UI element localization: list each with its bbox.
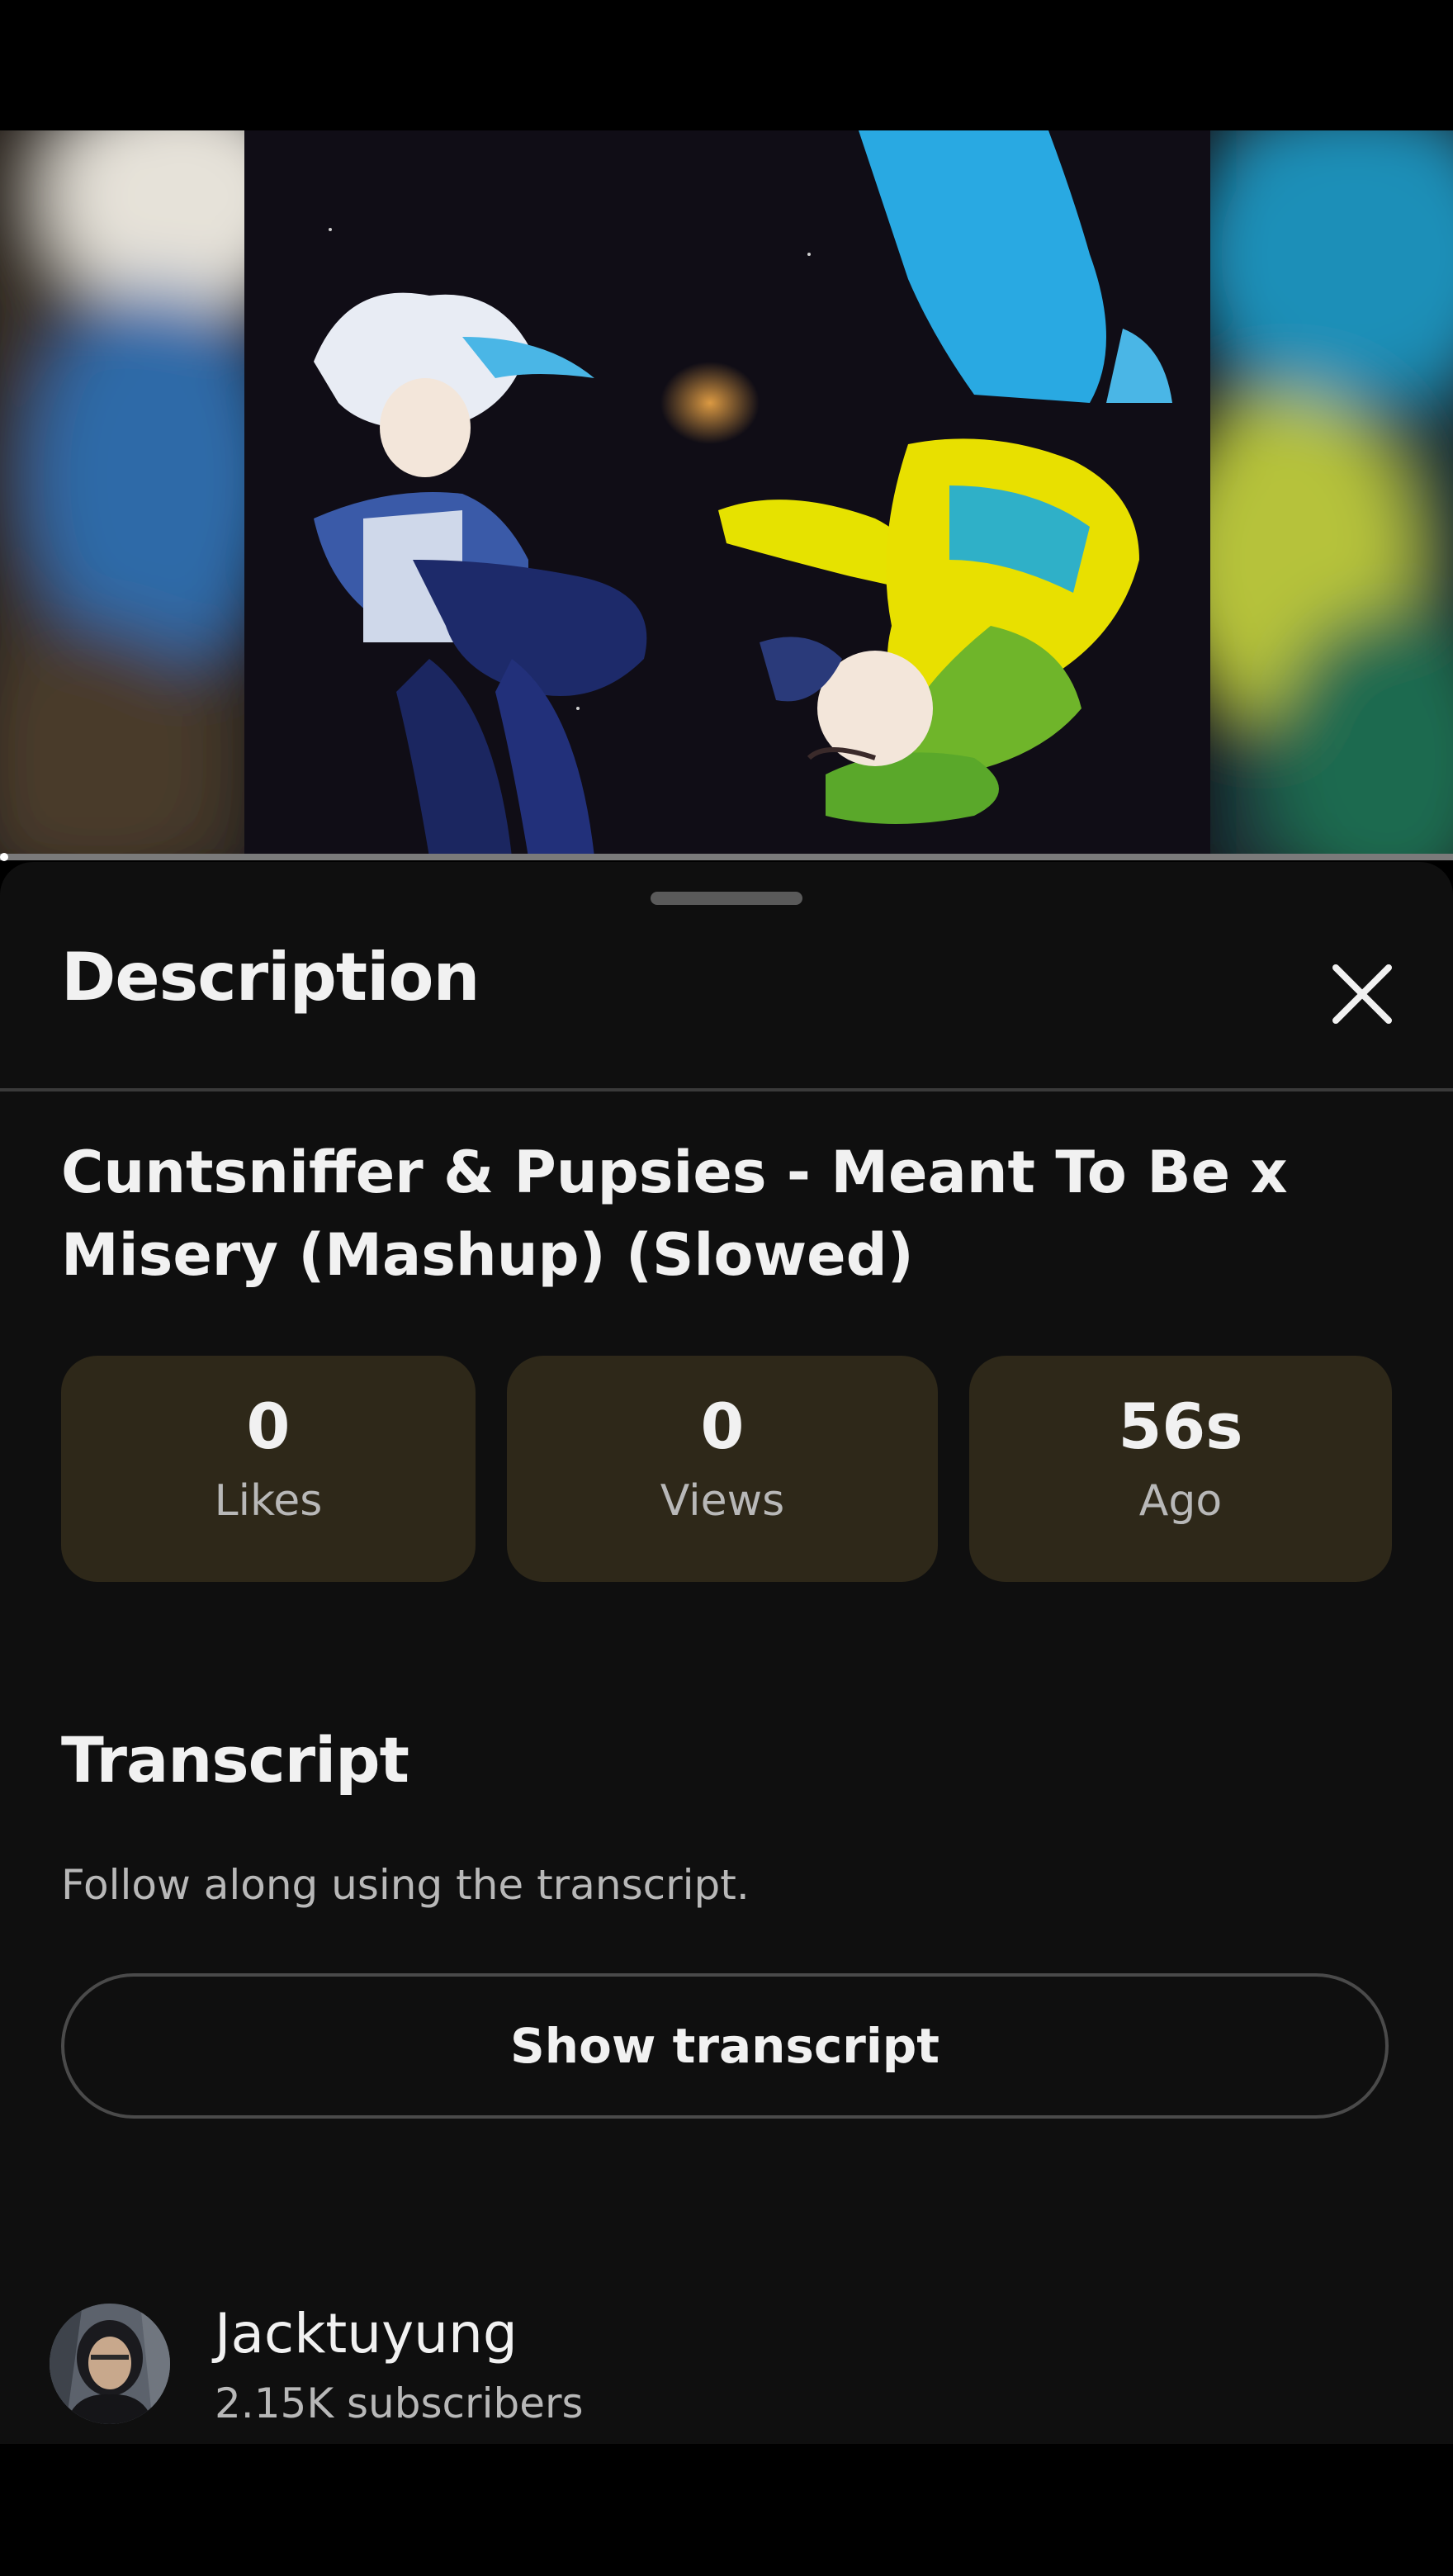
show-transcript-button[interactable]: Show transcript bbox=[61, 1973, 1389, 2119]
close-icon bbox=[1332, 964, 1392, 1024]
video-title: Cuntsniffer & Pupsies - Meant To Be x Mi… bbox=[61, 1139, 1288, 1289]
channel-name[interactable]: Jacktuyung bbox=[215, 2307, 518, 2361]
channel-subscriber-count: 2.15K subscribers bbox=[215, 2379, 584, 2427]
likes-stat-card: 0 Likes bbox=[61, 1356, 476, 1582]
sheet-drag-handle[interactable] bbox=[651, 892, 802, 905]
upload-age-label: Ago bbox=[1138, 1476, 1223, 1526]
progress-scrubber-handle[interactable] bbox=[0, 853, 8, 861]
channel-avatar-image bbox=[50, 2304, 170, 2424]
video-player[interactable] bbox=[0, 130, 1453, 857]
likes-count: 0 bbox=[246, 1390, 291, 1463]
upload-age-value: 56s bbox=[1118, 1390, 1243, 1463]
description-sheet: Description Cuntsniffer & Pupsies - Mean… bbox=[0, 862, 1453, 2444]
views-label: Views bbox=[660, 1476, 785, 1526]
status-bar bbox=[0, 0, 1453, 130]
upload-age-stat-card[interactable]: 56s Ago bbox=[969, 1356, 1392, 1582]
views-stat-card: 0 Views bbox=[507, 1356, 938, 1582]
transcript-subtitle: Follow along using the transcript. bbox=[61, 1861, 750, 1909]
transcript-heading: Transcript bbox=[61, 1723, 409, 1797]
system-navigation-bar bbox=[0, 2444, 1453, 2576]
video-progress-bar[interactable] bbox=[0, 854, 1453, 860]
channel-row[interactable]: Jacktuyung 2.15K subscribers bbox=[50, 2299, 1403, 2431]
header-divider bbox=[0, 1088, 1453, 1091]
views-count: 0 bbox=[700, 1390, 745, 1463]
video-thumbnail bbox=[0, 130, 1453, 857]
avatar[interactable] bbox=[50, 2304, 170, 2424]
sheet-title: Description bbox=[61, 939, 480, 1016]
likes-label: Likes bbox=[214, 1476, 323, 1526]
close-button[interactable] bbox=[1316, 948, 1408, 1040]
